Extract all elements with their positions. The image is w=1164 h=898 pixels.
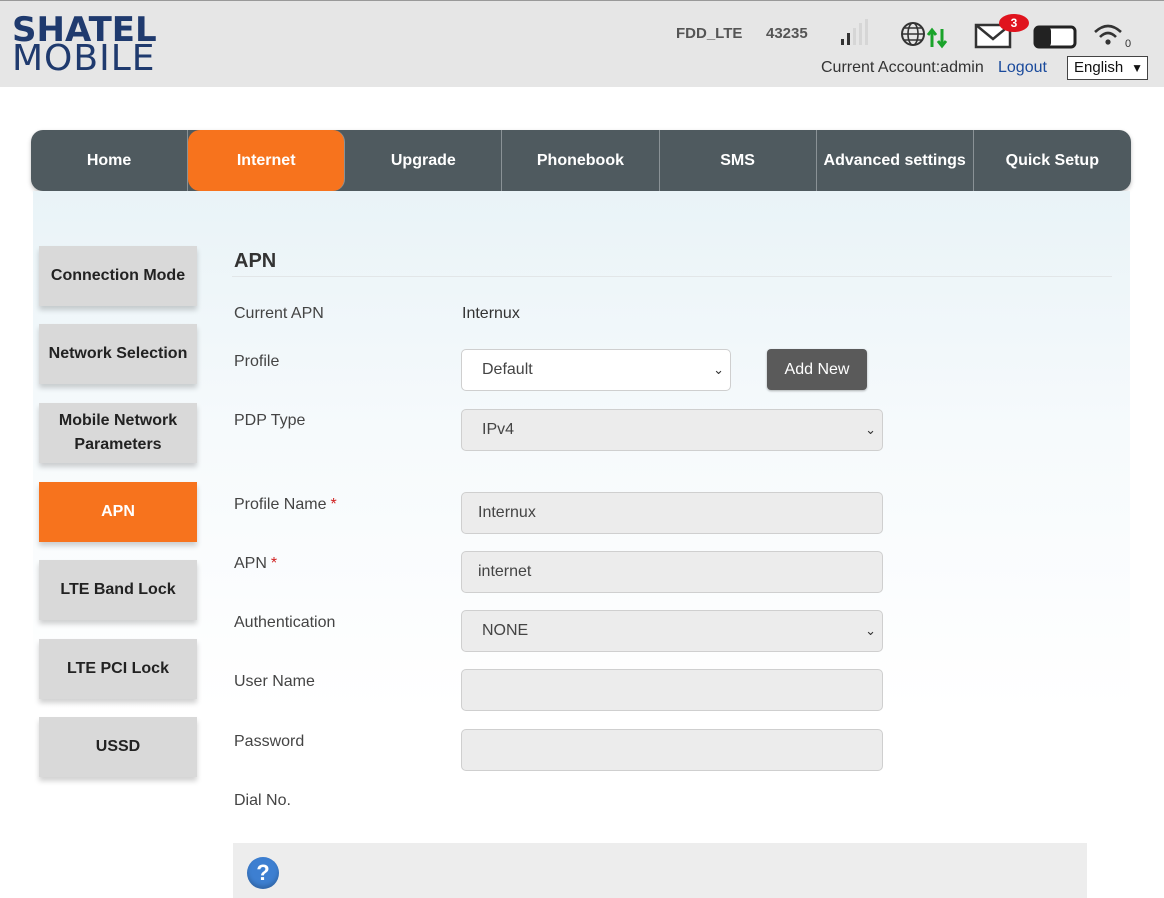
side-ussd[interactable]: USSD	[39, 717, 197, 777]
apn-label-text: APN	[234, 555, 267, 572]
authentication-label: Authentication	[234, 614, 336, 631]
username-label: User Name	[234, 673, 315, 690]
logo-line2: MOBILE	[12, 38, 156, 79]
chevron-down-icon: ⌄	[713, 362, 724, 377]
required-mark: *	[270, 555, 278, 572]
main-nav: Home Internet Upgrade Phonebook SMS Adva…	[31, 130, 1131, 191]
logout-link[interactable]: Logout	[998, 59, 1047, 77]
current-account: Current Account:admin	[821, 59, 984, 76]
chevron-down-icon: ⌄	[865, 422, 876, 437]
chevron-down-icon: ⌄	[865, 623, 876, 638]
nav-advanced-settings[interactable]: Advanced settings	[817, 130, 974, 191]
battery-icon	[1033, 25, 1077, 49]
nav-internet[interactable]: Internet	[188, 130, 346, 191]
mail-icon[interactable]: 3	[974, 13, 1032, 49]
content-area	[33, 191, 1130, 898]
signal-strength-icon	[841, 19, 868, 45]
apn-label: APN *	[234, 555, 277, 573]
nav-home[interactable]: Home	[31, 130, 189, 191]
globe-data-icon	[901, 22, 948, 49]
nav-phonebook[interactable]: Phonebook	[502, 130, 660, 191]
data-transfer-icon	[926, 27, 948, 49]
profile-name-label: Profile Name *	[234, 496, 337, 514]
authentication-value: NONE	[482, 622, 529, 639]
password-label: Password	[234, 733, 305, 750]
header: SHATEL MOBILE FDD_LTE 43235 3 0 Current …	[0, 0, 1164, 87]
profile-select-value: Default	[482, 361, 533, 378]
profile-select[interactable]: Default ⌄	[461, 349, 731, 391]
side-mobile-network-parameters[interactable]: Mobile Network Parameters	[39, 403, 197, 463]
side-connection-mode[interactable]: Connection Mode	[39, 246, 197, 306]
dial-no-label: Dial No.	[234, 792, 291, 809]
title-divider	[232, 276, 1112, 277]
username-input[interactable]	[461, 669, 883, 711]
nav-sms[interactable]: SMS	[660, 130, 817, 191]
side-lte-pci-lock[interactable]: LTE PCI Lock	[39, 639, 197, 699]
password-input[interactable]	[461, 729, 883, 771]
network-code: 43235	[766, 25, 808, 42]
language-value: English	[1074, 59, 1124, 76]
globe-icon	[901, 22, 925, 46]
language-select[interactable]: English ▼	[1067, 56, 1148, 80]
pdp-type-label: PDP Type	[234, 412, 306, 429]
nav-quick-setup[interactable]: Quick Setup	[974, 130, 1131, 191]
shatel-mobile-logo: SHATEL MOBILE	[12, 13, 162, 77]
profile-label: Profile	[234, 353, 280, 370]
side-network-selection[interactable]: Network Selection	[39, 324, 197, 384]
page-title: APN	[234, 250, 277, 272]
current-apn-value: Internux	[462, 305, 520, 322]
help-panel	[233, 843, 1087, 898]
help-icon[interactable]: ?	[247, 857, 279, 889]
wifi-icon: 0	[1094, 24, 1131, 49]
profile-name-input[interactable]: Internux	[461, 492, 883, 534]
chevron-down-icon: ▼	[1131, 61, 1143, 75]
current-apn-label: Current APN	[234, 305, 324, 322]
profile-name-label-text: Profile Name	[234, 496, 327, 513]
pdp-type-value: IPv4	[482, 421, 515, 438]
apn-input[interactable]: internet	[461, 551, 883, 593]
side-lte-band-lock[interactable]: LTE Band Lock	[39, 560, 197, 620]
add-new-button[interactable]: Add New	[767, 349, 867, 390]
wifi-client-count: 0	[1125, 38, 1131, 49]
authentication-select[interactable]: NONE ⌄	[461, 610, 883, 652]
required-mark: *	[330, 496, 337, 513]
pdp-type-select[interactable]: IPv4 ⌄	[461, 409, 883, 451]
network-mode: FDD_LTE	[676, 25, 743, 42]
sms-badge-count: 3	[1011, 16, 1018, 30]
nav-upgrade[interactable]: Upgrade	[345, 130, 503, 191]
side-apn[interactable]: APN	[39, 482, 197, 542]
